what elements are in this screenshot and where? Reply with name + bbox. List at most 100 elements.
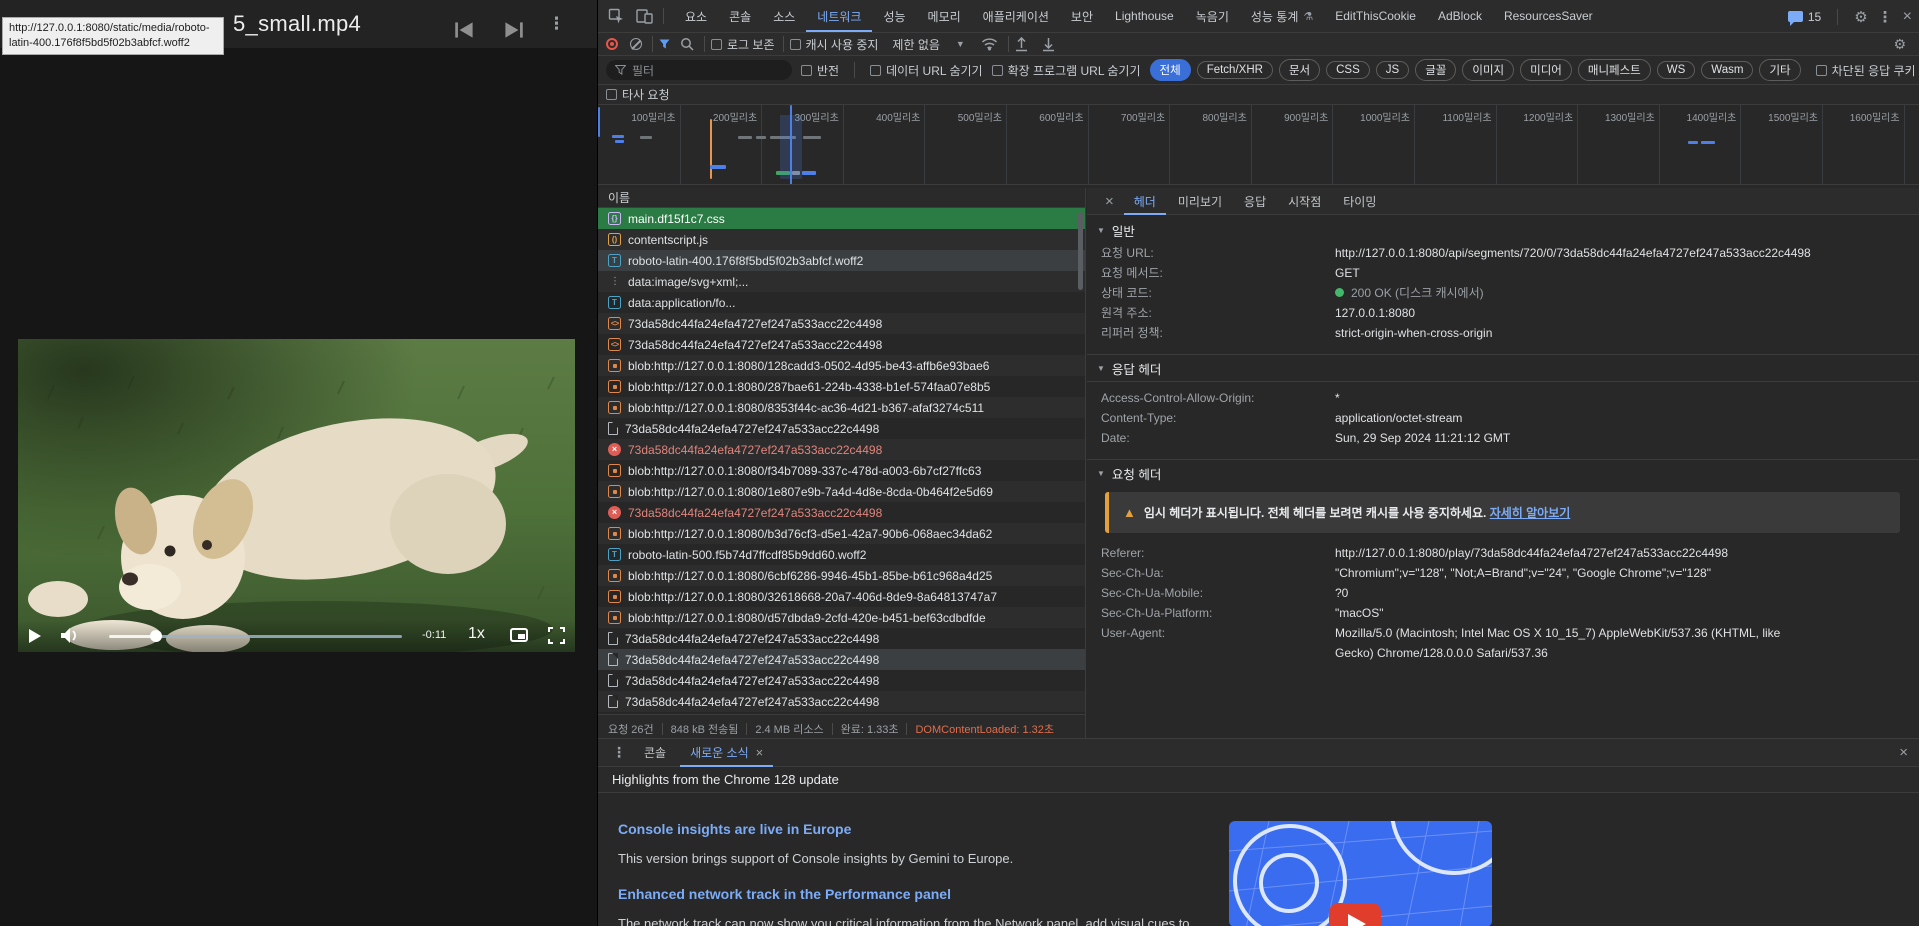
request-row[interactable]: 73da58dc44fa24efa4727ef247a533acc22c4498	[598, 628, 1085, 649]
request-row[interactable]: blob:http://127.0.0.1:8080/f34b7089-337c…	[598, 460, 1085, 481]
request-row[interactable]: Troboto-latin-400.176f8f5bd5f02b3abfcf.w…	[598, 250, 1085, 271]
third-party-checkbox[interactable]: 타사 요청	[606, 86, 670, 103]
request-row[interactable]: <>73da58dc44fa24efa4727ef247a533acc22c44…	[598, 313, 1085, 334]
tab-녹음기[interactable]: 녹음기	[1185, 0, 1240, 32]
tab-네트워크[interactable]: 네트워크	[806, 0, 872, 32]
invert-filter-checkbox[interactable]: 반전	[801, 62, 839, 79]
settings-gear-icon[interactable]: ⚙	[1854, 8, 1867, 26]
request-row[interactable]: 73da58dc44fa24efa4727ef247a533acc22c4498	[598, 691, 1085, 712]
blocked-response-cookies-checkbox[interactable]: 차단된 응답 쿠키	[1816, 62, 1916, 79]
whats-new-video-thumbnail[interactable]: new	[1229, 821, 1492, 926]
throttling-dropdown[interactable]: 제한 없음 ▼	[892, 36, 964, 53]
list-scrollbar[interactable]	[1078, 212, 1083, 290]
tab-EditThisCookie[interactable]: EditThisCookie	[1324, 0, 1427, 32]
issues-button[interactable]: 15	[1788, 10, 1821, 24]
chip-전체[interactable]: 전체	[1150, 59, 1191, 81]
search-icon[interactable]	[680, 37, 694, 51]
detail-tab-미리보기[interactable]: 미리보기	[1168, 188, 1232, 215]
request-row[interactable]: blob:http://127.0.0.1:8080/b3d76cf3-d5e1…	[598, 523, 1085, 544]
filter-funnel-icon[interactable]	[659, 39, 670, 49]
export-har-icon[interactable]	[1042, 37, 1055, 52]
chip-이미지[interactable]: 이미지	[1462, 59, 1514, 81]
drawer-tab-콘솔[interactable]: 콘솔	[634, 739, 676, 767]
request-row[interactable]: ×73da58dc44fa24efa4727ef247a533acc22c449…	[598, 439, 1085, 460]
drawer-close-icon[interactable]: ×	[1899, 744, 1908, 761]
request-row[interactable]: Tdata:application/fo...	[598, 292, 1085, 313]
request-row[interactable]: blob:http://127.0.0.1:8080/d57dbda9-2cfd…	[598, 607, 1085, 628]
clear-network-log-icon[interactable]	[630, 38, 642, 50]
detail-tab-응답[interactable]: 응답	[1234, 188, 1276, 215]
tab-Lighthouse[interactable]: Lighthouse	[1104, 0, 1185, 32]
request-row[interactable]: ()contentscript.js	[598, 229, 1085, 250]
tab-AdBlock[interactable]: AdBlock	[1427, 0, 1493, 32]
skip-next-icon[interactable]	[500, 21, 526, 39]
network-conditions-icon[interactable]	[981, 37, 998, 51]
tab-성능 통계[interactable]: 성능 통계⚗	[1240, 0, 1324, 32]
inspect-element-icon[interactable]	[608, 8, 624, 24]
response-headers-section-header[interactable]: ▼ 응답 헤더	[1087, 355, 1919, 381]
chip-JS[interactable]: JS	[1376, 61, 1409, 79]
detail-tab-헤더[interactable]: 헤더	[1124, 188, 1166, 215]
skip-previous-icon[interactable]	[452, 21, 478, 39]
player-menu-kebab-icon[interactable]: ⋮	[548, 14, 574, 32]
hide-extension-urls-checkbox[interactable]: 확장 프로그램 URL 숨기기	[992, 62, 1141, 79]
request-row[interactable]: 73da58dc44fa24efa4727ef247a533acc22c4498	[598, 649, 1085, 670]
chip-Fetch/XHR[interactable]: Fetch/XHR	[1197, 61, 1273, 79]
article-heading[interactable]: Console insights are live in Europe	[618, 821, 1198, 837]
chip-글꼴[interactable]: 글꼴	[1415, 59, 1456, 81]
video-progress-knob[interactable]	[150, 630, 162, 642]
request-row[interactable]: 73da58dc44fa24efa4727ef247a533acc22c4498	[598, 670, 1085, 691]
request-row[interactable]: {}main.df15f1c7.css	[598, 208, 1085, 229]
chip-매니페스트[interactable]: 매니페스트	[1578, 59, 1651, 81]
disable-cache-checkbox[interactable]: 캐시 사용 중지	[790, 36, 879, 53]
chip-기타[interactable]: 기타	[1759, 59, 1800, 81]
request-row[interactable]: ⋮data:image/svg+xml;...	[598, 271, 1085, 292]
close-tab-icon[interactable]: ×	[756, 745, 764, 760]
play-icon[interactable]	[28, 628, 42, 644]
playback-rate-button[interactable]: 1x	[468, 625, 485, 643]
filter-input[interactable]: 필터	[606, 60, 792, 80]
close-detail-icon[interactable]: ×	[1097, 193, 1122, 210]
chip-CSS[interactable]: CSS	[1326, 61, 1370, 79]
drawer-tab-새로운 소식[interactable]: 새로운 소식×	[680, 739, 773, 767]
volume-icon[interactable]	[60, 627, 78, 644]
network-overview-timeline[interactable]: 100밀리초200밀리초300밀리초400밀리초500밀리초600밀리초700밀…	[598, 105, 1919, 185]
tab-콘솔[interactable]: 콘솔	[718, 0, 762, 32]
request-row[interactable]: blob:http://127.0.0.1:8080/6cbf6286-9946…	[598, 565, 1085, 586]
request-row[interactable]: blob:http://127.0.0.1:8080/287bae61-224b…	[598, 376, 1085, 397]
request-headers-section-header[interactable]: ▼ 요청 헤더	[1087, 460, 1919, 486]
video-frame[interactable]: -0:11 1x	[18, 339, 575, 652]
request-row[interactable]: blob:http://127.0.0.1:8080/8353f44c-ac36…	[598, 397, 1085, 418]
tab-ResourcesSaver[interactable]: ResourcesSaver	[1493, 0, 1604, 32]
detail-tab-타이밍[interactable]: 타이밍	[1333, 188, 1386, 215]
request-row[interactable]: <>73da58dc44fa24efa4727ef247a533acc22c44…	[598, 334, 1085, 355]
article-heading[interactable]: Enhanced network track in the Performanc…	[618, 886, 1198, 902]
preserve-log-checkbox[interactable]: 로그 보존	[711, 36, 775, 53]
learn-more-link[interactable]: 자세히 알아보기	[1490, 506, 1571, 520]
tab-요소[interactable]: 요소	[674, 0, 718, 32]
chip-WS[interactable]: WS	[1657, 61, 1696, 79]
record-network-log-icon[interactable]	[606, 38, 618, 50]
name-column-header[interactable]: 이름	[598, 188, 1085, 208]
picture-in-picture-icon[interactable]	[510, 628, 528, 642]
request-row[interactable]: 73da58dc44fa24efa4727ef247a533acc22c4498	[598, 418, 1085, 439]
chip-Wasm[interactable]: Wasm	[1701, 61, 1753, 79]
tab-애플리케이션[interactable]: 애플리케이션	[972, 0, 1060, 32]
device-toolbar-icon[interactable]	[636, 9, 653, 24]
request-row[interactable]: blob:http://127.0.0.1:8080/32618668-20a7…	[598, 586, 1085, 607]
request-row[interactable]: blob:http://127.0.0.1:8080/1e807e9b-7a4d…	[598, 481, 1085, 502]
hide-data-urls-checkbox[interactable]: 데이터 URL 숨기기	[870, 62, 982, 79]
tab-보안[interactable]: 보안	[1060, 0, 1104, 32]
detail-tab-시작점[interactable]: 시작점	[1278, 188, 1331, 215]
chip-미디어[interactable]: 미디어	[1520, 59, 1572, 81]
request-row[interactable]: Troboto-latin-500.f5b74d7ffcdf85b9dd60.w…	[598, 544, 1085, 565]
network-settings-gear-icon[interactable]: ⚙	[1893, 36, 1906, 53]
devtools-kebab-icon[interactable]: ⋮	[1878, 8, 1893, 26]
tab-성능[interactable]: 성능	[872, 0, 916, 32]
fullscreen-icon[interactable]	[548, 627, 565, 644]
tab-소스[interactable]: 소스	[762, 0, 806, 32]
request-row[interactable]: blob:http://127.0.0.1:8080/128cadd3-0502…	[598, 355, 1085, 376]
drawer-kebab-icon[interactable]: ⋮	[608, 744, 630, 761]
devtools-close-icon[interactable]: ×	[1903, 8, 1912, 26]
general-section-header[interactable]: ▼ 일반	[1087, 217, 1919, 243]
